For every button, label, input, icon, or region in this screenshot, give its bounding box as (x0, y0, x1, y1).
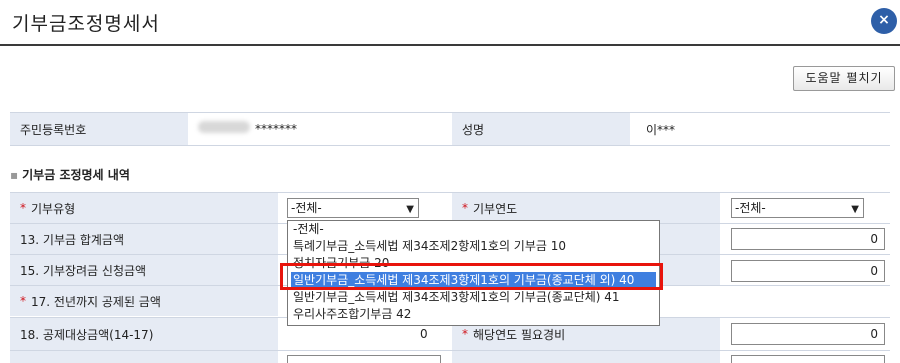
required-mark: * (462, 327, 468, 341)
required-mark: * (462, 201, 468, 215)
rrn-label: 주민등록번호 (10, 113, 188, 145)
window-titlebar: 기부금조정명세서 × (0, 0, 900, 46)
next-row-input[interactable] (731, 355, 885, 363)
next-row-label (10, 351, 278, 363)
selection-highlight-box (280, 263, 663, 290)
next-row-label (452, 351, 720, 363)
close-icon: × (878, 12, 890, 28)
chevron-down-icon: ▼ (406, 204, 414, 215)
row13-amount-input[interactable]: 0 (731, 228, 885, 250)
row15-amount-input[interactable]: 0 (731, 260, 885, 282)
help-expand-button[interactable]: 도움말 펼치기 (793, 66, 895, 91)
next-row-input[interactable] (287, 355, 441, 363)
row17-label: * 17. 전년까지 공제된 금액 (10, 286, 278, 316)
dropdown-option[interactable]: 특례기부금_소득세법 제34조제2항제1호의 기부금 10 (291, 238, 656, 255)
row15-label: 15. 기부장려금 신청금액 (10, 255, 278, 285)
donation-type-label: * 기부유형 (10, 193, 278, 223)
close-button[interactable]: × (871, 8, 897, 34)
required-mark: * (20, 201, 26, 215)
name-label: 성명 (452, 113, 630, 145)
chevron-down-icon: ▼ (851, 204, 859, 215)
donation-year-label: * 기부연도 (452, 193, 720, 223)
donation-year-select[interactable]: -전체- ▼ (731, 198, 864, 218)
rrn-value: ******* (255, 122, 297, 136)
main-content: 도움말 펼치기 주민등록번호 ******* 성명 이*** ▪ 기부금 조정명세… (0, 48, 900, 363)
row18-label: 18. 공제대상금액(14-17) (10, 318, 278, 350)
section-bullet: ▪ (10, 168, 19, 182)
dropdown-option[interactable]: 우리사주조합기부금 42 (291, 306, 656, 323)
name-value: 이*** (646, 122, 676, 137)
expense-amount-input[interactable]: 0 (731, 323, 885, 345)
row13-label: 13. 기부금 합계금액 (10, 224, 278, 254)
section-title: ▪ 기부금 조정명세 내역 (10, 168, 130, 182)
window-title: 기부금조정명세서 (12, 13, 160, 35)
dropdown-option[interactable]: 일반기부금_소득세법 제34조제3항제1호의 기부금(종교단체) 41 (291, 289, 656, 306)
table-border (10, 145, 890, 146)
donation-type-select[interactable]: -전체- ▼ (287, 198, 419, 218)
masked-rrn-blur (198, 121, 250, 133)
required-mark: * (20, 294, 26, 308)
dropdown-option[interactable]: -전체- (291, 221, 656, 238)
